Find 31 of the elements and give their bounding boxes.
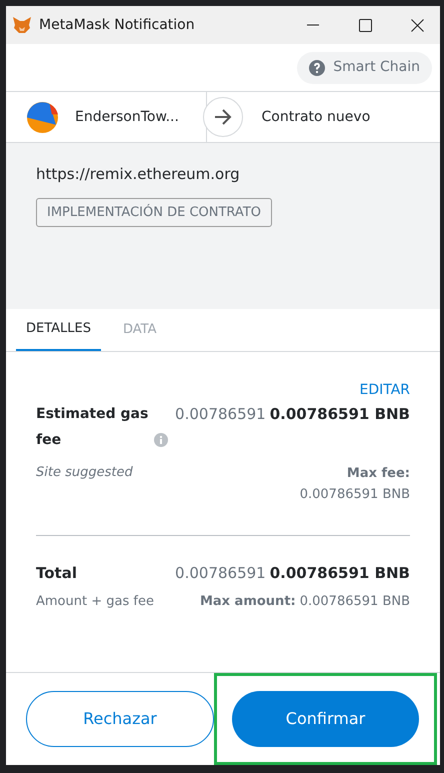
origin-url: https://remix.ethereum.org (36, 164, 240, 185)
max-amount-value: 0.00786591 BNB (300, 593, 410, 611)
info-icon (154, 433, 168, 447)
max-amount-label: Max amount: (200, 593, 296, 611)
site-suggested-note: Site suggested (36, 464, 133, 482)
reject-button[interactable]: Rechazar (26, 691, 214, 747)
maximize-icon (358, 18, 372, 32)
tab[interactable]: DETALLES (16, 309, 101, 351)
transaction-type-badge: IMPLEMENTACIÓN DE CONTRATO (36, 198, 272, 227)
gas-fee-label: Estimated gas fee (36, 405, 150, 450)
window-title: MetaMask Notification (39, 16, 195, 34)
account-avatar (27, 102, 58, 132)
gas-fee-primary-amount: 0.00786591 BNB (270, 404, 410, 425)
total-primary-amount: 0.00786591 BNB (270, 563, 410, 584)
total-note: Amount + gas fee (36, 593, 154, 611)
network-selector[interactable]: Smart Chain (297, 52, 432, 84)
confirm-button[interactable]: Confirmar (232, 691, 419, 747)
tab[interactable]: DATA (113, 309, 166, 351)
max-fee-label: Max fee: (346, 465, 410, 483)
from-account-name: EndersonTow... (75, 108, 179, 126)
fox-icon (12, 16, 32, 34)
arrow-right-icon (214, 109, 232, 125)
total-secondary-amount: 0.00786591 (175, 563, 266, 584)
help-icon (309, 60, 326, 76)
edit-link[interactable]: EDITAR (359, 380, 410, 401)
total-label: Total (36, 563, 77, 584)
to-recipient: Contrato nuevo (262, 108, 370, 126)
max-fee-value: 0.00786591 BNB (300, 486, 410, 504)
minimize-icon (307, 24, 319, 26)
close-icon (410, 18, 424, 32)
gas-fee-secondary-amount: 0.00786591 (175, 404, 266, 425)
